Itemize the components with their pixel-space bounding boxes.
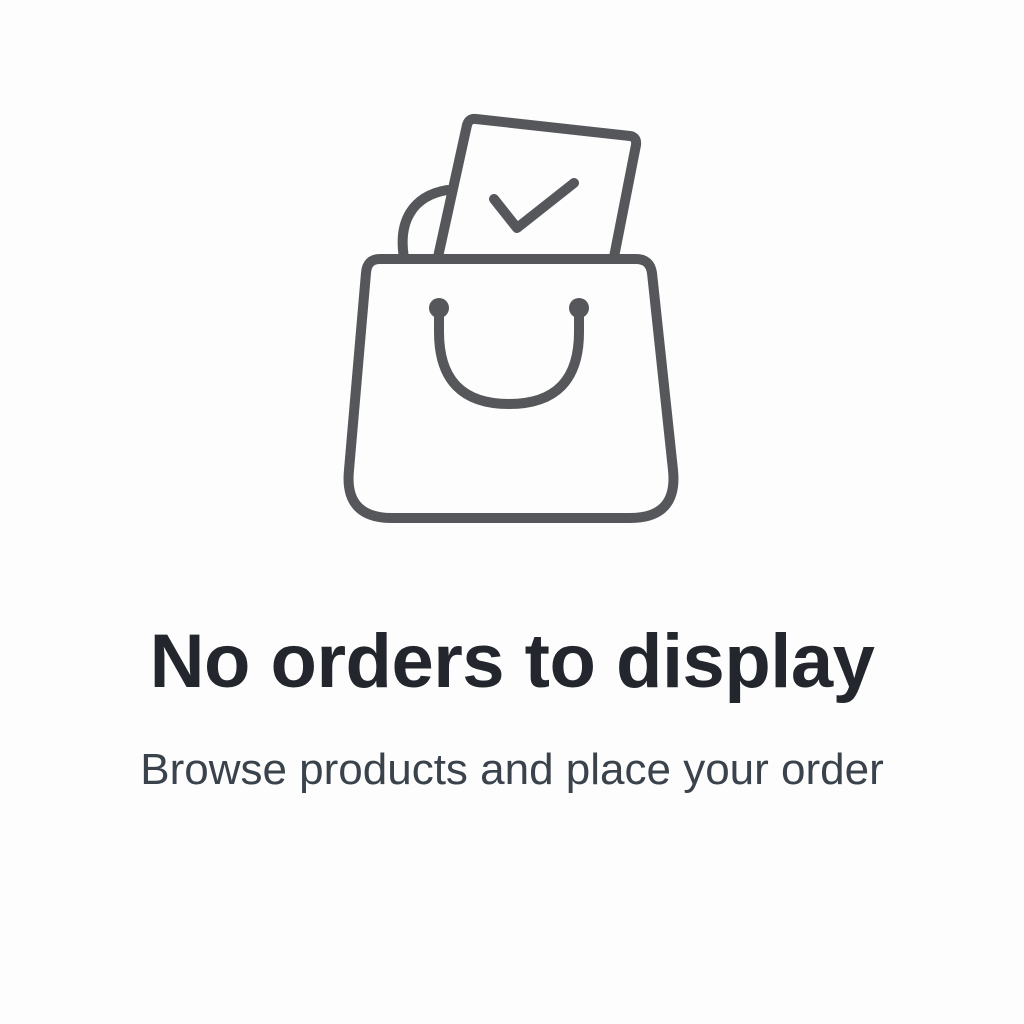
- bag-front-handle: [434, 304, 584, 409]
- empty-orders-screen: No orders to display Browse products and…: [0, 0, 1024, 1024]
- bag-body: [343, 254, 679, 523]
- shopping-bag-with-checked-receipt-icon: [330, 100, 690, 540]
- receipt-paper: [433, 113, 642, 262]
- empty-state-subtitle: Browse products and place your order: [140, 745, 884, 794]
- empty-orders-illustration: [343, 113, 679, 523]
- check-mark-icon: [489, 178, 579, 233]
- handle-right-rivet: [569, 298, 589, 318]
- handle-left-rivet: [429, 298, 449, 318]
- empty-state-title: No orders to display: [149, 619, 875, 704]
